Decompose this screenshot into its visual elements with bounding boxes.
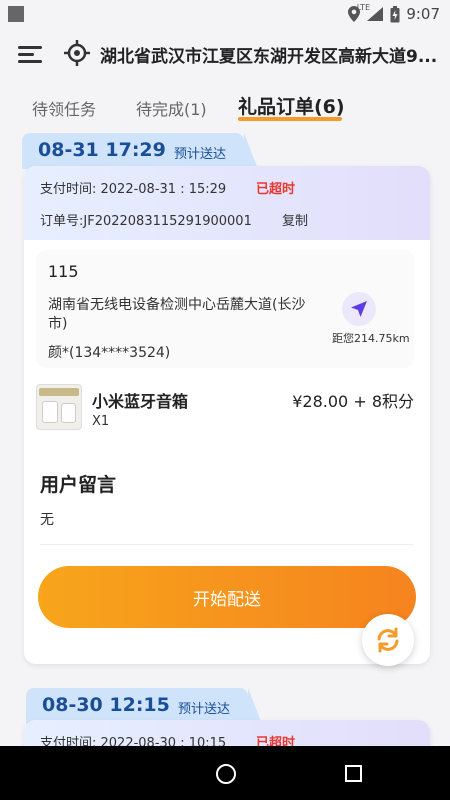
distance: 距您214.75km [332,332,410,345]
start-delivery-button[interactable]: 开始配送 [38,566,416,628]
current-address[interactable]: 湖北省武汉市江夏区东湖开发区高新大道9... [100,42,445,67]
user-message: 无 [40,512,54,528]
tab-pending-tasks[interactable]: 待领任务 [32,96,96,120]
recipient-phone[interactable]: 颜*(134****3524) [48,342,170,362]
top-bar: 湖北省武汉市江夏区东湖开发区高新大道9... [0,28,450,80]
order-date-label: 预计送达 [174,147,227,162]
recipient-name: 115 [48,262,79,281]
status-icons: LTE 9:07 [348,3,440,25]
navigate-button[interactable] [342,292,376,326]
product-price: ¥28.00 + 8积分 [292,392,414,411]
order-date-tag: 08-31 17:29 预计送达 [22,133,258,169]
status-badge: 已超时 [256,182,296,197]
order-number: 订单号:JF2022083115291900001 [40,214,252,229]
product-image [36,384,82,430]
message-title: 用户留言 [40,474,117,496]
product-name: 小米蓝牙音箱 [92,392,189,411]
system-nav-bar [0,746,450,800]
tab-gift-orders[interactable]: 礼品订单(6) [238,92,345,119]
notification-icon [8,6,24,22]
divider [40,544,414,545]
tab-to-complete[interactable]: 待完成(1) [136,96,207,120]
navigation-arrow-icon [351,301,367,317]
refresh-icon [377,627,399,653]
status-bar: LTE 9:07 [0,0,450,28]
order-tabs: 待领任务 待完成(1) 礼品订单(6) [0,92,450,126]
product-quantity: X1 [92,414,110,429]
active-tab-indicator [238,117,342,121]
copy-button[interactable]: 复制 [282,210,308,229]
network-type: LTE [356,3,370,12]
menu-icon[interactable] [18,46,42,63]
refresh-button[interactable] [362,614,414,666]
pay-time: 支付时间: 2022-08-31 : 15:29 [40,182,227,197]
recipient-box: 115 湖南省无线电设备检测中心岳麓大道(长沙市) 颜*(134****3524… [36,250,414,368]
order-date-label: 预计送达 [178,702,231,717]
clock: 9:07 [406,5,440,23]
order-header: 支付时间: 2022-08-31 : 15:29 已超时 订单号:JF20220… [24,166,430,240]
recents-square-icon[interactable] [345,765,362,782]
order-date-tag: 08-30 12:15 预计送达 [26,688,262,724]
order-date: 08-31 17:29 [38,139,166,161]
battery-icon [390,5,400,22]
order-date: 08-30 12:15 [42,694,170,716]
recipient-address: 湖南省无线电设备检测中心岳麓大道(长沙市) [48,297,306,332]
home-circle-icon[interactable] [216,764,236,784]
order-card: 支付时间: 2022-08-31 : 15:29 已超时 订单号:JF20220… [24,166,430,664]
location-target-icon[interactable] [64,40,90,66]
